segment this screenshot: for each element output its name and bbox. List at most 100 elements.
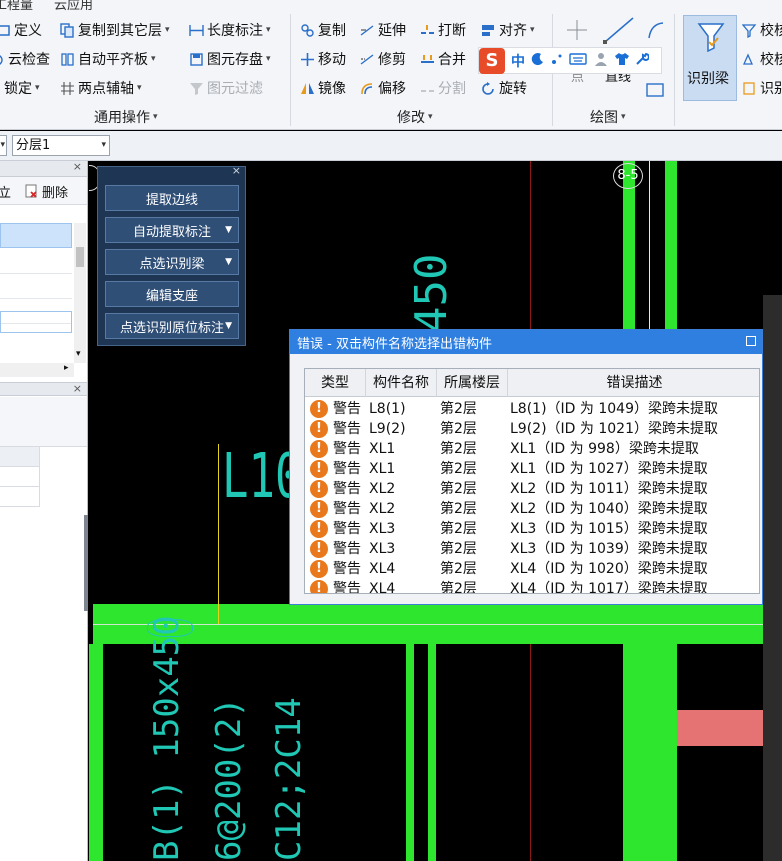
recognize-button[interactable]: 识别 [742, 76, 782, 100]
copy-button[interactable]: 复制 [300, 18, 346, 42]
keyboard-icon[interactable] [569, 52, 587, 69]
table-row[interactable]: ! 警告 XL3 第2层 XL3（ID 为 1015）梁跨未提取 [305, 519, 759, 539]
skin-shirt-icon[interactable] [614, 52, 630, 70]
chevron-down-icon[interactable]: ▼ [225, 225, 232, 235]
delete-button[interactable]: 删除 [24, 182, 68, 201]
table-row[interactable]: ! 警告 XL2 第2层 XL2（ID 为 1011）梁跨未提取 [305, 479, 759, 499]
chevron-down-icon[interactable]: ▼ [225, 257, 232, 267]
rect-tool-icon[interactable] [646, 78, 666, 102]
check-button-1[interactable]: 校核 [741, 18, 782, 42]
auto-extract-labels-button[interactable]: 自动提取标注 ▼ [105, 217, 239, 243]
mirror-button[interactable]: 镜像 [300, 76, 346, 100]
extend-button[interactable]: 延伸 [360, 18, 406, 42]
column-header-description[interactable]: 错误描述 [508, 369, 759, 397]
table-row[interactable]: ! 警告 XL3 第2层 XL3（ID 为 1039）梁跨未提取 [305, 539, 759, 559]
floor-select[interactable]: ▾ [0, 135, 7, 156]
offset-button[interactable]: 偏移 [360, 76, 406, 100]
dialog-title-bar[interactable]: 错误 - 双击构件名称选择出错构件 [290, 330, 762, 354]
list-item-focused[interactable] [0, 311, 72, 333]
row-component-name[interactable]: L8(1) [369, 399, 406, 419]
horizontal-scrollbar[interactable]: ▸ [0, 363, 74, 377]
arc-tool-icon[interactable] [646, 18, 666, 42]
row-component-name[interactable]: XL2 [369, 479, 395, 499]
chevron-down-icon[interactable]: ▼ [225, 321, 232, 331]
user-icon[interactable] [593, 51, 609, 71]
scrollbar-thumb[interactable] [76, 247, 84, 267]
close-icon[interactable]: × [232, 164, 241, 177]
scroll-down-icon[interactable]: ▾ [76, 349, 81, 359]
beam-vertical-lower[interactable] [635, 644, 665, 861]
split-button[interactable]: 分割 [420, 76, 466, 100]
lock-button[interactable]: 锁定 ▾ [4, 76, 40, 100]
warning-icon: ! [310, 520, 328, 538]
table-row[interactable]: ! 警告 XL1 第2层 XL1（ID 为 998）梁跨未提取 [305, 439, 759, 459]
define-button[interactable]: 定义 [0, 18, 42, 42]
draw-group-title: 绘图 ▾ [590, 110, 626, 126]
column-header-type[interactable]: 类型 [305, 369, 366, 397]
rotate-button[interactable]: 旋转 [481, 76, 527, 100]
length-dimension-button[interactable]: 长度标注 ▾ [189, 18, 271, 42]
point-recognize-beam-button[interactable]: 点选识别梁 ▼ [105, 249, 239, 275]
sogou-logo-icon[interactable]: S [479, 47, 505, 74]
cloud-check-button[interactable]: 云检查 [0, 47, 50, 71]
point-tool-icon[interactable] [562, 18, 592, 42]
new-button[interactable]: 立 [0, 182, 11, 201]
row-component-name[interactable]: L9(2) [369, 419, 406, 439]
align-button[interactable]: 对齐 ▾ [481, 18, 535, 42]
row-component-name[interactable]: XL4 [369, 559, 395, 579]
menu-tab-cloud[interactable]: 云应用 [54, 0, 93, 13]
table-row[interactable]: ! 警告 XL2 第2层 XL2（ID 为 1040）梁跨未提取 [305, 499, 759, 519]
row-component-name[interactable]: XL2 [369, 499, 395, 519]
row-component-name[interactable]: XL1 [369, 439, 395, 459]
row-floor: 第2层 [440, 441, 477, 457]
move-button[interactable]: 移动 [300, 47, 346, 71]
layer-select[interactable]: 分层1 ▾ [12, 135, 110, 156]
list-item[interactable] [0, 249, 72, 274]
point-recognize-in-situ-label-button[interactable]: 点选识别原位标注 ▼ [105, 313, 239, 339]
row-component-name[interactable]: XL3 [369, 519, 395, 539]
grid-cell[interactable] [0, 487, 40, 507]
punctuation-icon[interactable] [551, 52, 563, 70]
moon-icon[interactable] [531, 52, 545, 70]
grid-cell[interactable] [0, 467, 40, 487]
row-description: XL4（ID 为 1017）梁跨未提取 [510, 581, 708, 594]
recognize-beam-button[interactable]: 识别梁 [683, 15, 737, 101]
break-button[interactable]: 打断 [420, 18, 466, 42]
ime-mode-label[interactable]: 中 [511, 51, 525, 71]
save-element-button[interactable]: 图元存盘 ▾ [189, 47, 271, 71]
close-icon[interactable]: × [73, 160, 82, 173]
auto-align-slab-button[interactable]: 自动平齐板 ▾ [60, 47, 156, 71]
check-button-2[interactable]: 校核 [742, 47, 782, 71]
wrench-icon[interactable] [635, 52, 650, 70]
list-item-selected[interactable] [0, 223, 72, 248]
panel-resize-handle[interactable] [84, 515, 88, 611]
table-row[interactable]: ! 警告 XL4 第2层 XL4（ID 为 1017）梁跨未提取 [305, 579, 759, 594]
close-icon[interactable]: × [73, 382, 82, 395]
list-item[interactable] [0, 274, 72, 299]
element-filter-button[interactable]: 图元过滤 [189, 76, 263, 100]
column-header-name[interactable]: 构件名称 [366, 369, 437, 397]
copy-to-other-floor-button[interactable]: 复制到其它层 ▾ [60, 18, 170, 42]
table-row[interactable]: ! 警告 XL1 第2层 XL1（ID 为 1027）梁跨未提取 [305, 459, 759, 479]
row-component-name[interactable]: XL1 [369, 459, 395, 479]
table-row[interactable]: ! 警告 L9(2) 第2层 L9(2)（ID 为 1021）梁跨未提取 [305, 419, 759, 439]
annotation-oval [147, 619, 193, 637]
scroll-right-icon[interactable]: ▸ [64, 363, 69, 373]
vertical-scrollbar[interactable]: ▾ [74, 223, 86, 363]
beam-vertical-left[interactable] [89, 644, 103, 861]
table-row[interactable]: ! 警告 L8(1) 第2层 L8(1)（ID 为 1049）梁跨未提取 [305, 399, 759, 419]
edit-support-button[interactable]: 编辑支座 [105, 281, 239, 307]
trim-button[interactable]: 修剪 [360, 47, 406, 71]
menu-tab-quantity[interactable]: 工程量 [0, 0, 33, 13]
extract-edges-button[interactable]: 提取边线 [105, 185, 239, 211]
split-icon [420, 81, 435, 96]
two-point-axis-button[interactable]: 两点辅轴 ▾ [60, 76, 142, 100]
line-tool-icon[interactable] [600, 17, 640, 44]
row-floor: 第2层 [440, 461, 477, 477]
merge-button[interactable]: 合并 [420, 47, 466, 71]
column-header-floor[interactable]: 所属楼层 [437, 369, 508, 397]
row-component-name[interactable]: XL3 [369, 539, 395, 559]
table-row[interactable]: ! 警告 XL4 第2层 XL4（ID 为 1020）梁跨未提取 [305, 559, 759, 579]
row-component-name[interactable]: XL4 [369, 579, 395, 593]
maximize-icon[interactable] [746, 336, 756, 346]
